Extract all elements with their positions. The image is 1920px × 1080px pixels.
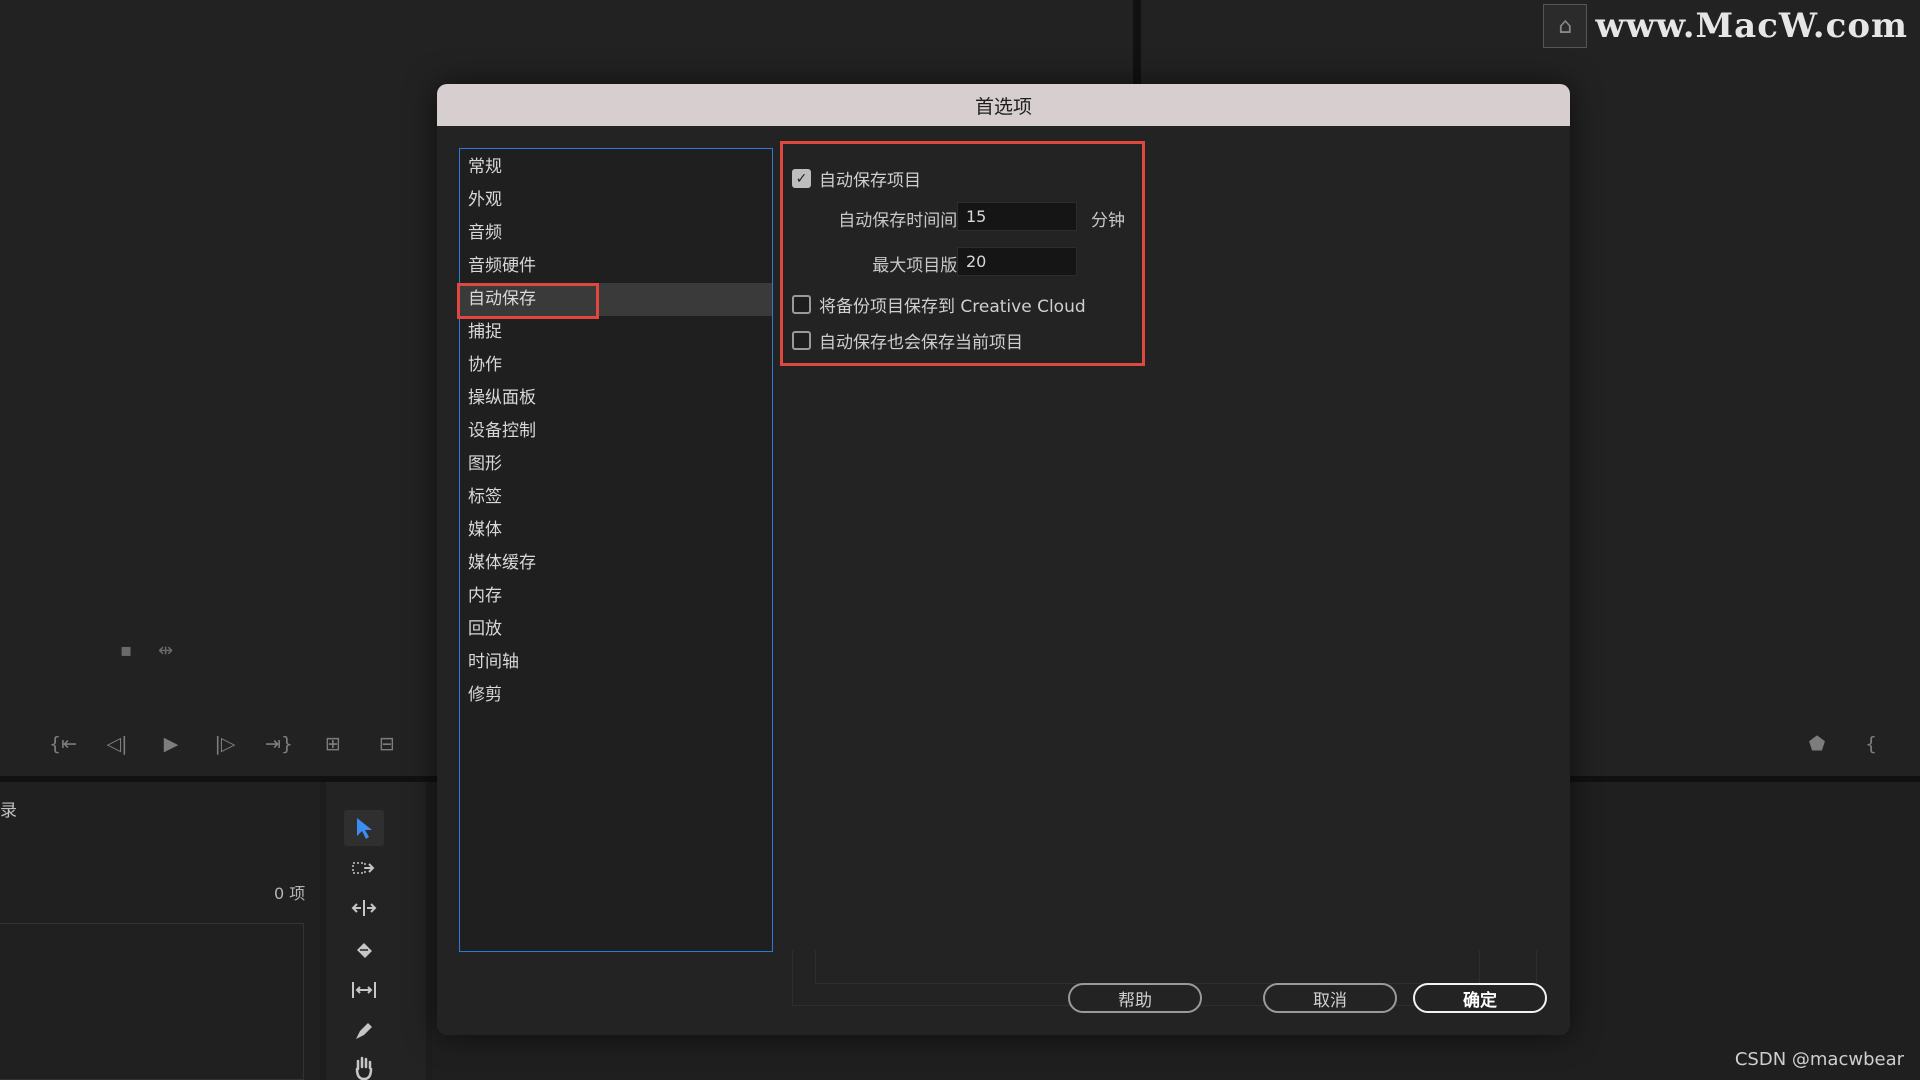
watermark: ⌂ www.MacW.com [1543,4,1908,48]
program-transport-bar: ⬟ { } [1790,733,1920,755]
max-versions-input[interactable] [957,247,1077,276]
category-item[interactable]: 回放 [460,613,772,646]
film-icon[interactable]: ▪ [120,640,132,661]
preferences-dialog: 首选项 常规 外观 音频 音频硬件 自动保存 捕捉 协作 操纵面板 设备控制 图形 标签 媒体 媒体缓存… [437,84,1570,1035]
category-item[interactable]: 图形 [460,448,772,481]
category-item[interactable]: 媒体缓存 [460,547,772,580]
interval-input[interactable] [957,202,1077,231]
checkmark-icon: ✓ [795,170,808,187]
category-item[interactable]: 音频硬件 [460,250,772,283]
checkbox-unchecked[interactable] [792,331,811,350]
track-select-tool-icon[interactable] [344,850,384,886]
category-item[interactable]: 捕捉 [460,316,772,349]
dialog-title: 首选项 [974,95,1032,118]
category-item[interactable]: 标签 [460,481,772,514]
category-item[interactable]: 协作 [460,349,772,382]
save-current-project-checkbox[interactable]: 自动保存也会保存当前项目 [792,328,1023,353]
save-current-project-label: 自动保存也会保存当前项目 [819,333,1023,353]
project-panel-title: 录 [0,801,17,821]
slip-tool-icon[interactable] [344,972,384,1008]
insert-icon[interactable]: ⇹ [158,640,173,661]
credit-text: CSDN @macwbear [1734,1049,1904,1070]
step-back-icon[interactable]: ◁| [90,733,144,755]
category-item[interactable]: 操纵面板 [460,382,772,415]
bracket-out-icon[interactable]: } [1898,733,1920,755]
autosave-projects-label: 自动保存项目 [819,171,921,191]
category-item[interactable]: 设备控制 [460,415,772,448]
category-item[interactable]: 音频 [460,217,772,250]
category-item[interactable]: 媒体 [460,514,772,547]
hand-tool-icon[interactable] [344,1050,384,1080]
category-item[interactable]: 修剪 [460,679,772,712]
category-item[interactable]: 时间轴 [460,646,772,679]
footer-inner-frame [815,950,1480,984]
project-item-count: 0 项 [274,884,306,903]
category-list[interactable]: 常规 外观 音频 音频硬件 自动保存 捕捉 协作 操纵面板 设备控制 图形 标签 媒体 媒体缓存 内存 回放… [457,148,773,952]
autosave-projects-checkbox[interactable]: ✓ 自动保存项目 [792,166,921,191]
dialog-titlebar[interactable]: 首选项 [437,84,1570,126]
backup-creative-cloud-label: 将备份项目保存到 Creative Cloud [819,297,1086,317]
category-item[interactable]: 常规 [460,151,772,184]
watermark-text: www.MacW.com [1595,6,1908,46]
selection-tool-icon[interactable] [344,810,384,846]
interval-label: 自动保存时间间隔: [838,211,980,231]
step-forward-icon[interactable]: |▷ [198,733,252,755]
category-item[interactable]: 外观 [460,184,772,217]
ok-button[interactable]: 确定 [1413,983,1547,1013]
macw-logo-icon: ⌂ [1543,4,1588,48]
play-icon[interactable]: ▶ [144,733,198,755]
category-item[interactable]: 自动保存 [460,283,772,316]
pen-tool-icon[interactable] [344,1013,384,1049]
bracket-in-icon[interactable]: { [1844,733,1898,755]
help-button[interactable]: 帮助 [1068,983,1202,1013]
interval-unit: 分钟 [1091,211,1125,231]
overwrite-clip-icon[interactable]: ⊟ [360,733,414,755]
cancel-button[interactable]: 取消 [1263,983,1397,1013]
source-transport-bar: {⇤ ◁| ▶ |▷ ⇥} ⊞ ⊟ [36,733,414,755]
checkbox-unchecked[interactable] [792,295,811,314]
backup-creative-cloud-checkbox[interactable]: 将备份项目保存到 Creative Cloud [792,292,1086,317]
project-bin-area[interactable] [0,923,304,1080]
mark-in-icon[interactable]: {⇤ [36,733,90,755]
ripple-edit-tool-icon[interactable] [344,890,384,926]
marker-icon[interactable]: ⬟ [1790,733,1844,755]
checkbox-checked[interactable]: ✓ [792,169,811,188]
insert-clip-icon[interactable]: ⊞ [306,733,360,755]
razor-tool-icon[interactable] [344,932,384,968]
max-versions-label: 最大项目版本: [872,256,980,276]
mark-out-icon[interactable]: ⇥} [252,733,306,755]
category-item[interactable]: 内存 [460,580,772,613]
